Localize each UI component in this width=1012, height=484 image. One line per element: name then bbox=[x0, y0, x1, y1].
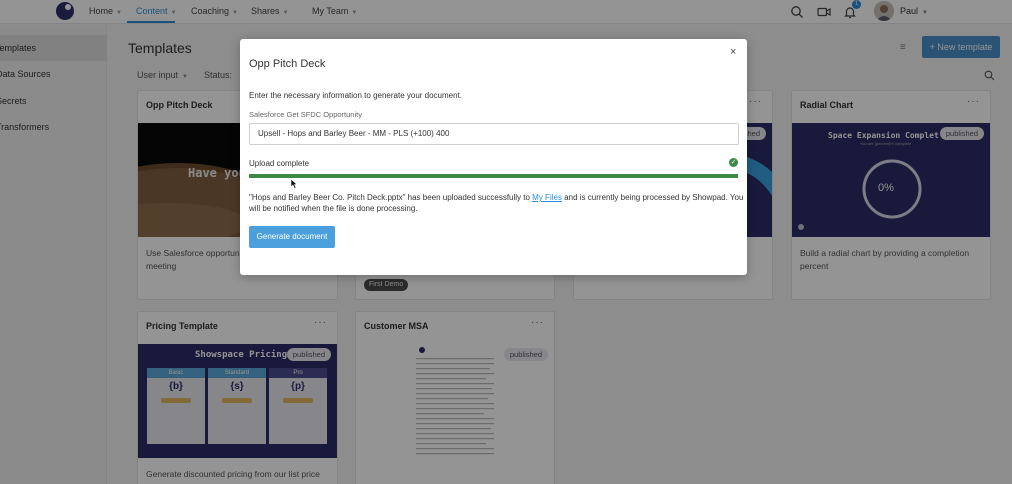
upload-progress-bar bbox=[249, 174, 738, 178]
upload-message: "Hops and Barley Beer Co. Pitch Deck.ppt… bbox=[249, 193, 744, 213]
my-files-link[interactable]: My Files bbox=[532, 193, 562, 202]
upload-progress-fill bbox=[249, 174, 738, 178]
opportunity-field[interactable]: Upsell - Hops and Barley Beer - MM - PLS… bbox=[249, 123, 739, 145]
generate-document-button[interactable]: Generate document bbox=[249, 226, 335, 248]
close-icon[interactable]: × bbox=[730, 46, 736, 58]
modal-title: Opp Pitch Deck bbox=[249, 58, 326, 70]
upload-status-label: Upload complete bbox=[249, 159, 310, 168]
modal-instruction: Enter the necessary information to gener… bbox=[249, 91, 463, 100]
opportunity-field-label: Salesforce Get SFDC Opportunity bbox=[249, 110, 362, 119]
generate-document-modal: Opp Pitch Deck × Enter the necessary inf… bbox=[240, 39, 747, 275]
mouse-cursor-icon bbox=[291, 179, 298, 189]
check-icon: ✓ bbox=[729, 158, 738, 167]
